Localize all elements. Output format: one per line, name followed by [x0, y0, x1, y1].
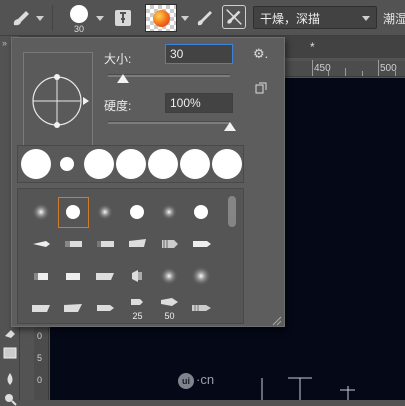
- brush-preset-panel: 大小: 30 ⚙. 硬度: 100% 25 50: [11, 37, 285, 327]
- size-slider-thumb[interactable]: [116, 74, 129, 83]
- color-ball-icon: [153, 10, 170, 27]
- recent-brush-item[interactable]: [116, 149, 146, 179]
- brush-preset-tip[interactable]: [122, 261, 153, 292]
- brush-preset-tip[interactable]: [26, 293, 57, 323]
- clean-brush-icon[interactable]: [222, 5, 246, 29]
- brush-preset-soft-round[interactable]: [154, 197, 185, 228]
- brush-preset-soft-round[interactable]: [154, 261, 185, 292]
- brush-preset-soft-round[interactable]: [186, 261, 217, 292]
- brush-size-label: 50: [164, 311, 175, 321]
- watermark: ui ·cn: [178, 372, 214, 389]
- brush-preset-tip[interactable]: [58, 293, 89, 323]
- brush-size-label: 25: [132, 311, 143, 321]
- mix-preset-select[interactable]: 干燥，深描: [253, 6, 377, 29]
- ruler-label: 5: [37, 353, 43, 363]
- wet-label: 潮湿: [383, 12, 405, 26]
- brush-preset-tip[interactable]: [58, 261, 89, 292]
- presets-scrollbar[interactable]: [228, 196, 236, 227]
- brush-preset-tip[interactable]: [122, 229, 153, 260]
- brush-angle-roundness-widget[interactable]: [23, 52, 93, 146]
- brush-preset-tip[interactable]: [90, 261, 121, 292]
- brush-presets-grid: 25 50: [17, 188, 244, 324]
- brush-preset-soft-round[interactable]: [26, 197, 57, 228]
- collapse-toolbar-icon[interactable]: »: [2, 38, 7, 48]
- brush-preset-tip-50[interactable]: 50: [154, 293, 185, 323]
- ruler-label: 0: [37, 331, 43, 341]
- watermark-logo: ui: [178, 373, 194, 389]
- brush-preset-tip[interactable]: [90, 229, 121, 260]
- brush-preset-tip[interactable]: [186, 229, 217, 260]
- brush-preset-picker[interactable]: 30: [64, 4, 94, 34]
- tool-preset-caret-icon[interactable]: [36, 16, 44, 21]
- watermark-text: ·cn: [196, 372, 215, 387]
- recent-brush-item[interactable]: [212, 149, 242, 179]
- hardness-input[interactable]: 100%: [165, 93, 233, 113]
- brush-panel-toggle-icon[interactable]: [112, 7, 134, 29]
- eraser-tool-icon[interactable]: [3, 326, 17, 340]
- brush-preset-hard-round[interactable]: [186, 197, 217, 228]
- document-tab-modified-marker: *: [310, 40, 315, 54]
- brush-preset-tip-25[interactable]: 25: [122, 293, 153, 323]
- load-brush-icon[interactable]: [193, 6, 217, 30]
- brush-preset-tip[interactable]: [90, 293, 121, 323]
- size-input[interactable]: 30: [165, 44, 233, 64]
- hardness-label: 硬度:: [104, 99, 132, 113]
- new-preset-icon[interactable]: [255, 82, 267, 94]
- current-color-swatch[interactable]: [145, 4, 177, 32]
- recent-brush-item[interactable]: [84, 149, 114, 179]
- hardness-slider-thumb[interactable]: [224, 122, 236, 131]
- brush-preset-hard-round-selected[interactable]: [58, 197, 89, 228]
- horizontal-ruler: 450 500: [276, 60, 405, 77]
- brush-preset-hard-round[interactable]: [122, 197, 153, 228]
- brush-preset-tip[interactable]: [26, 229, 57, 260]
- brush-preset-tip[interactable]: [58, 229, 89, 260]
- gradient-tool-icon[interactable]: [3, 346, 17, 360]
- recent-brushes-row: [17, 145, 244, 183]
- brush-tool-icon[interactable]: [10, 8, 32, 28]
- size-label: 大小:: [104, 52, 132, 66]
- brush-picker-caret-icon[interactable]: [96, 16, 104, 21]
- chevron-down-icon: [362, 16, 370, 21]
- recent-brush-item[interactable]: [60, 157, 74, 171]
- hardness-slider-track[interactable]: [108, 121, 230, 124]
- blur-tool-icon[interactable]: [3, 372, 17, 386]
- separator: [52, 5, 53, 31]
- brush-preset-tip[interactable]: [154, 229, 185, 260]
- mix-preset-value: 干燥，深描: [260, 12, 321, 26]
- recent-brush-item[interactable]: [148, 149, 178, 179]
- brush-preset-tip[interactable]: [26, 261, 57, 292]
- brush-tip-icon: [70, 5, 88, 23]
- options-bar: 30 干燥，深描 潮湿: [0, 0, 405, 36]
- resize-grip-icon[interactable]: [270, 314, 282, 326]
- angle-circle-icon: [32, 74, 89, 128]
- recent-brush-item[interactable]: [180, 149, 210, 179]
- swatch-caret-icon[interactable]: [181, 16, 189, 21]
- brush-preset-tip[interactable]: [186, 293, 217, 323]
- recent-brush-item[interactable]: [21, 149, 51, 179]
- brush-size-readout: 30: [73, 24, 84, 34]
- brush-preset-soft-round[interactable]: [90, 197, 121, 228]
- gear-icon[interactable]: ⚙.: [253, 46, 275, 62]
- ruler-label: 0: [37, 375, 43, 385]
- dodge-tool-icon[interactable]: [3, 392, 17, 406]
